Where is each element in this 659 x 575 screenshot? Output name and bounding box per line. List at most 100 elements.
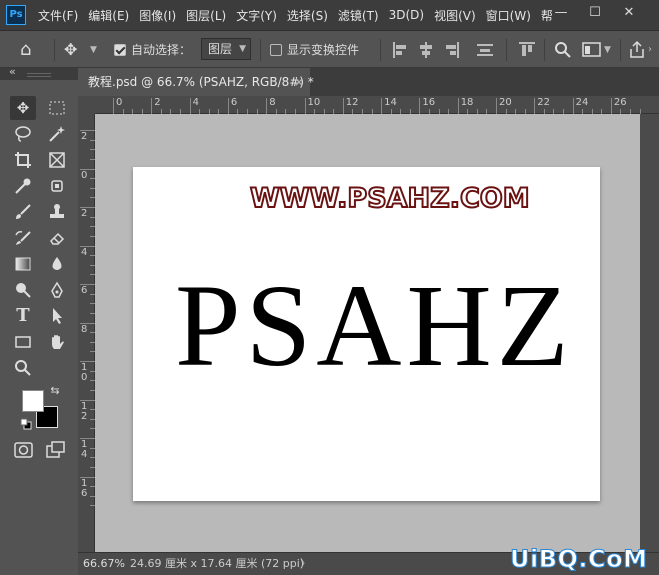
magic-wand-tool-icon[interactable] (44, 122, 70, 146)
divider (506, 39, 507, 61)
chevron-right-icon[interactable]: 〉 (300, 553, 311, 575)
history-brush-tool-icon[interactable] (10, 226, 36, 250)
show-transform-label: 显示变换控件 (287, 43, 360, 57)
divider (380, 39, 381, 61)
eyedropper-tool-icon[interactable] (10, 174, 36, 198)
chevron-down-icon: ▼ (239, 44, 246, 54)
search-icon[interactable] (554, 41, 572, 59)
show-transform-checkbox[interactable] (270, 44, 282, 56)
menu-filter[interactable]: 滤镜(T) (338, 7, 379, 24)
menu-bar: Ps 文件(F) 编辑(E) 图像(I) 图层(L) 文字(Y) 选择(S) 滤… (0, 0, 659, 30)
divider (544, 39, 545, 61)
toolbar-grip[interactable] (27, 73, 51, 77)
menu-file[interactable]: 文件(F) (38, 7, 78, 24)
rectangle-tool-icon[interactable] (10, 330, 36, 354)
chevron-down-icon[interactable]: ▼ (90, 31, 97, 69)
ruler-tick-label: 4 (192, 97, 199, 108)
document-tab-bar: 教程.psd @ 66.7% (PSAHZ, RGB/8#) * × (78, 68, 659, 96)
horizontal-ruler[interactable]: 0 2 4 6 8 10 12 14 16 18 20 22 24 26 (95, 96, 659, 114)
ruler-tick (419, 98, 421, 114)
ruler-tick-label: 8 (269, 97, 276, 108)
watermark-text-layer: WWW.PSAHZ.COM (249, 182, 531, 215)
chevron-right-icon[interactable]: › (648, 31, 652, 69)
frame-tool-icon[interactable] (44, 148, 70, 172)
menu-3d[interactable]: 3D(D) (389, 8, 424, 22)
ruler-tick (189, 98, 191, 114)
hand-tool-icon[interactable] (44, 330, 70, 354)
move-tool-icon[interactable]: ✥ (10, 96, 36, 120)
ruler-tick (610, 98, 612, 114)
menu-view[interactable]: 视图(V) (434, 7, 476, 24)
ruler-tick (572, 98, 574, 114)
site-watermark: UiBQ.CoM (510, 545, 648, 574)
ruler-tick-label: 22 (537, 97, 551, 108)
vertical-ruler[interactable]: 2 0 2 4 6 8 1 0 1 2 1 4 1 6 (78, 114, 95, 552)
tools-panel: ✥ T ⇆ (0, 80, 78, 575)
screen-mode-icon[interactable] (46, 441, 66, 459)
restore-button[interactable]: ☐ (579, 0, 611, 26)
document-canvas[interactable]: WWW.PSAHZ.COM PSAHZ (133, 167, 600, 501)
eraser-tool-icon[interactable] (44, 226, 70, 250)
move-tool-icon[interactable]: ✥ (64, 31, 77, 69)
crop-tool-icon[interactable] (10, 148, 36, 172)
auto-select-label: 自动选择： (131, 43, 192, 57)
ruler-tick (227, 98, 229, 114)
ruler-tick-label: 10 (307, 97, 321, 108)
ruler-tick-label: 2 (154, 97, 161, 108)
path-selection-tool-icon[interactable] (44, 304, 70, 328)
document-tab[interactable]: 教程.psd @ 66.7% (PSAHZ, RGB/8#) * × (78, 68, 314, 96)
zoom-tool-icon[interactable] (10, 356, 36, 380)
divider (620, 39, 621, 61)
lasso-tool-icon[interactable] (10, 122, 36, 146)
ruler-tick-label: 2 (81, 131, 88, 142)
type-tool-icon[interactable]: T (10, 304, 36, 328)
close-icon[interactable]: × (294, 68, 304, 96)
swap-colors-icon[interactable]: ⇆ (48, 384, 62, 398)
ruler-tick-label: 1 4 (81, 439, 88, 460)
foreground-color-swatch[interactable] (22, 390, 44, 412)
home-icon[interactable]: ⌂ (20, 31, 31, 69)
brush-tool-icon[interactable] (10, 200, 36, 224)
zoom-level[interactable]: 66.67% (83, 553, 125, 575)
gradient-tool-icon[interactable] (10, 252, 36, 276)
align-top-icon[interactable] (518, 41, 536, 59)
ruler-tick (457, 98, 459, 114)
menu-edit[interactable]: 编辑(E) (88, 7, 129, 24)
default-colors-icon[interactable] (20, 418, 32, 430)
align-right-icon[interactable] (444, 41, 460, 59)
spot-healing-tool-icon[interactable] (44, 174, 70, 198)
distribute-icon[interactable] (476, 41, 494, 59)
main-text-layer: PSAHZ (175, 260, 574, 391)
menu-window[interactable]: 窗口(W) (486, 7, 531, 24)
chevron-down-icon[interactable]: ▼ (604, 31, 611, 69)
pen-tool-icon[interactable] (44, 278, 70, 302)
menu-layer[interactable]: 图层(L) (186, 7, 226, 24)
ruler-tick-label: 16 (422, 97, 436, 108)
ruler-tick-label: 8 (81, 323, 88, 335)
align-center-icon[interactable] (418, 41, 434, 59)
collapse-icon[interactable]: « (9, 65, 16, 78)
ruler-tick (496, 98, 497, 114)
ruler-tick-label: 6 (81, 285, 88, 296)
ruler-tick-label: 20 (499, 97, 512, 108)
stamp-tool-icon[interactable] (44, 200, 70, 224)
menu-select[interactable]: 选择(S) (287, 7, 328, 24)
share-icon[interactable] (628, 40, 646, 60)
ruler-tick (113, 98, 114, 114)
close-window-button[interactable]: ✕ (613, 0, 645, 26)
menu-image[interactable]: 图像(I) (139, 7, 176, 24)
dodge-tool-icon[interactable] (10, 278, 36, 302)
auto-select-checkbox[interactable] (114, 44, 126, 56)
auto-select-target-dropdown[interactable]: 图层 ▼ (201, 38, 251, 60)
quick-mask-icon[interactable] (14, 441, 34, 459)
menu-type[interactable]: 文字(Y) (236, 7, 277, 24)
vertical-scrollbar[interactable] (640, 114, 659, 552)
minimize-button[interactable]: — (545, 0, 577, 26)
marquee-tool-icon[interactable] (44, 96, 70, 120)
ruler-tick-label: 24 (575, 97, 589, 108)
align-left-icon[interactable] (392, 41, 408, 59)
workspace-icon[interactable] (582, 41, 602, 59)
blur-tool-icon[interactable] (44, 252, 70, 276)
divider (54, 39, 55, 61)
ruler-origin[interactable] (78, 96, 95, 114)
